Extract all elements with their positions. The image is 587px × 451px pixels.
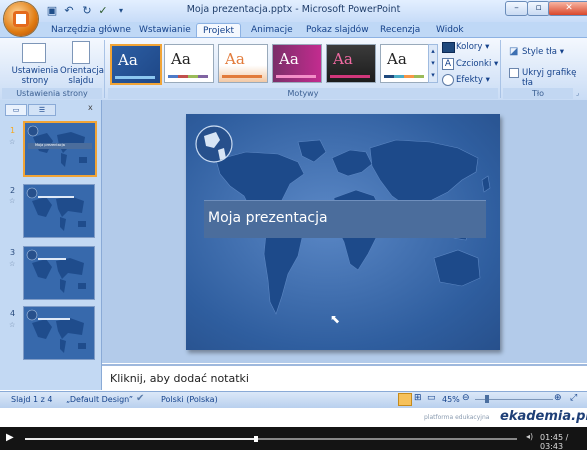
minimize-button[interactable]: –	[505, 1, 528, 16]
tab-slide-show[interactable]: Pokaz slajdów	[306, 23, 369, 37]
tab-review[interactable]: Recenzja	[380, 23, 420, 37]
theme-thumb-2[interactable]: Aa	[164, 44, 214, 83]
world-map-thumb	[24, 185, 94, 237]
colors-icon	[442, 42, 455, 53]
slide-thumbnail-2[interactable]	[23, 184, 95, 238]
zoom-in-button[interactable]: ⊕	[554, 393, 562, 403]
pane-close-icon[interactable]: x	[88, 103, 93, 112]
background-styles-button[interactable]: Style tła ▾	[522, 47, 564, 57]
world-map-thumb	[24, 307, 94, 359]
effects-icon	[442, 74, 454, 86]
window-title: Moja prezentacja.pptx - Microsoft PowerP…	[186, 4, 401, 15]
zoom-out-button[interactable]: ⊖	[462, 393, 470, 403]
zoom-slider-thumb[interactable]	[485, 395, 489, 403]
slide-orientation-button[interactable]: Orientacja slajdu	[60, 66, 104, 86]
tab-animations[interactable]: Animacje	[251, 23, 293, 37]
themes-group-label: Motywy	[108, 88, 498, 99]
fonts-button[interactable]: Czcionki ▾	[456, 59, 498, 69]
dialog-launcher-icon[interactable]: ⌟	[576, 89, 579, 97]
notes-placeholder: Kliknij, aby dodać notatki	[110, 372, 249, 385]
slide-thumbnail-4[interactable]	[23, 306, 95, 360]
watermark-tagline: platforma edukacyjna	[424, 414, 490, 421]
seek-thumb[interactable]	[254, 436, 259, 442]
current-slide[interactable]: Moja prezentacja ⬉	[186, 114, 500, 350]
transition-icon: ☆	[9, 138, 16, 146]
group-separator	[104, 40, 105, 98]
fit-to-window-button[interactable]: ⤢	[570, 393, 577, 403]
transition-icon: ☆	[9, 321, 16, 329]
hide-background-graphics-label: Ukryj grafikę tła	[522, 68, 577, 88]
slide-sorter-view-button[interactable]: ⊞	[414, 393, 422, 403]
theme-thumb-5[interactable]: Aa	[326, 44, 376, 83]
tab-design[interactable]: Projekt	[196, 23, 242, 38]
slide-counter: Slajd 1 z 4	[11, 395, 53, 404]
zoom-level[interactable]: 45%	[442, 395, 460, 404]
slide-title: Moja prezentacja	[208, 210, 328, 226]
maximize-button[interactable]: ▫	[527, 1, 550, 16]
slide-number: 3	[10, 248, 16, 257]
hide-background-graphics-checkbox[interactable]	[509, 68, 519, 78]
slide-number: 4	[10, 309, 16, 318]
world-map-thumb	[24, 247, 94, 299]
office-button[interactable]	[4, 2, 38, 36]
tab-view[interactable]: Widok	[436, 23, 464, 37]
fonts-icon: A	[442, 58, 454, 70]
background-group-label: Tło	[503, 88, 573, 99]
group-separator	[500, 40, 501, 98]
theme-name: „Default Design”	[66, 395, 133, 404]
volume-icon[interactable]: ◂)	[526, 432, 533, 441]
tab-home[interactable]: Narzędzia główne	[51, 23, 131, 37]
slide-title-box[interactable]: Moja prezentacja	[204, 200, 486, 238]
tab-insert[interactable]: Wstawianie	[139, 23, 191, 37]
slide-number: 1	[10, 126, 16, 135]
slide-number: 2	[10, 186, 16, 195]
mouse-cursor-icon: ⬉	[330, 312, 341, 326]
slides-tab[interactable]: ▭	[5, 104, 27, 116]
page-setup-icon	[22, 43, 46, 63]
theme-thumb-4[interactable]: Aa	[272, 44, 322, 83]
watermark-logo: ekademia.pl	[500, 409, 587, 424]
theme-thumb-6[interactable]: Aa	[380, 44, 430, 83]
outline-tab[interactable]: ☰	[28, 104, 56, 116]
slide-thumbnail-3[interactable]	[23, 246, 95, 300]
transition-icon: ☆	[9, 260, 16, 268]
effects-button[interactable]: Efekty ▾	[456, 75, 490, 85]
world-map-thumb	[25, 123, 95, 175]
spelling-status-icon[interactable]: ✔	[136, 393, 144, 404]
slide-show-view-button[interactable]: ▭	[427, 393, 436, 403]
close-button[interactable]: ✕	[548, 1, 587, 16]
thumb-title: Moja prezentacja	[35, 143, 65, 147]
notes-pane[interactable]: Kliknij, aby dodać notatki	[102, 364, 587, 393]
transition-icon: ☆	[9, 197, 16, 205]
orientation-icon	[72, 41, 90, 64]
page-setup-group-label: Ustawienia strony	[2, 88, 102, 99]
page-setup-button[interactable]: Ustawienia strony	[9, 66, 61, 86]
player-time: 01:45 / 03:43	[540, 433, 569, 451]
play-icon[interactable]: ▶	[6, 432, 14, 443]
theme-thumb-3[interactable]: Aa	[218, 44, 268, 83]
normal-view-button[interactable]	[398, 393, 412, 406]
background-styles-icon: ◪	[509, 46, 519, 57]
office-logo-icon	[13, 11, 29, 27]
theme-thumb-1[interactable]: Aa	[110, 44, 162, 85]
language-status[interactable]: Polski (Polska)	[161, 395, 218, 404]
slide-thumbnail-1[interactable]: Moja prezentacja	[23, 121, 97, 177]
gallery-scroll-buttons[interactable]: ▴ ▾ ▾	[428, 44, 438, 83]
seek-bar[interactable]	[25, 436, 517, 442]
colors-button[interactable]: Kolory ▾	[456, 42, 489, 52]
watermark-strip	[0, 408, 587, 427]
seek-progress	[25, 438, 257, 440]
